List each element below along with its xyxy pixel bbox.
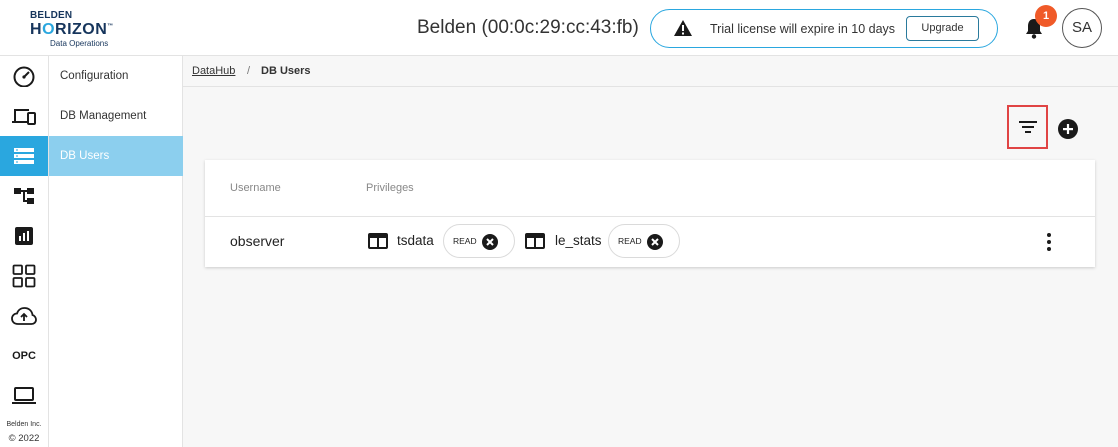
remove-privilege-icon[interactable]: [482, 234, 498, 250]
rail-item-database[interactable]: [0, 136, 48, 176]
privilege-db-name: le_stats: [555, 233, 602, 248]
privilege-db-name: tsdata: [397, 233, 434, 248]
column-header-username: Username: [230, 182, 281, 194]
laptop-icon: [12, 387, 36, 404]
hierarchy-icon: [14, 188, 34, 204]
breadcrumb: DataHub / DB Users: [183, 56, 1118, 87]
add-user-button[interactable]: [1058, 119, 1078, 139]
warning-icon: [674, 20, 692, 36]
privilege-item: tsdata READ: [368, 224, 518, 258]
privilege-item: le_stats READ: [525, 224, 685, 258]
column-header-privileges: Privileges: [366, 182, 414, 194]
notification-count-badge: 1: [1035, 5, 1057, 27]
filter-button[interactable]: [1007, 105, 1048, 149]
dashboard-gauge-icon: [13, 66, 35, 87]
breadcrumb-separator: /: [247, 65, 251, 77]
belden-horizon-logo[interactable]: BELDEN HORIZON™ Data Operations: [28, 10, 118, 48]
table-icon: [368, 233, 388, 249]
subnav-item-db-management[interactable]: DB Management: [49, 96, 183, 136]
filter-icon: [1018, 121, 1037, 133]
secondary-nav: Configuration DB Management DB Users: [49, 56, 183, 447]
cloud-upload-icon: [11, 307, 37, 325]
privilege-chip: READ: [608, 224, 680, 258]
icon-rail-nav: OPC Belden Inc. © 2022: [0, 56, 49, 447]
devices-icon: [12, 109, 36, 125]
db-users-table: Username Privileges observer tsdata READ: [205, 160, 1095, 267]
main-content: DataHub / DB Users Username Privileges o…: [183, 56, 1118, 447]
row-actions-kebab-icon[interactable]: [1041, 232, 1057, 252]
database-icon: [14, 148, 34, 164]
table-icon: [525, 233, 545, 249]
breadcrumb-current: DB Users: [261, 65, 311, 77]
rail-item-hierarchy[interactable]: [0, 176, 48, 216]
user-avatar[interactable]: SA: [1062, 8, 1102, 48]
opc-label: OPC: [12, 350, 36, 362]
privilege-access: READ: [453, 236, 477, 246]
copyright-company: Belden Inc.: [6, 421, 42, 428]
remove-privilege-icon[interactable]: [647, 234, 663, 250]
privilege-access: READ: [618, 236, 642, 246]
breadcrumb-datahub-link[interactable]: DataHub: [192, 65, 235, 77]
subnav-item-configuration[interactable]: Configuration: [49, 56, 183, 96]
rail-item-reports[interactable]: [0, 216, 48, 256]
device-title: Belden (00:0c:29:cc:43:fb): [417, 17, 639, 38]
username-cell: observer: [230, 233, 285, 249]
rail-item-apps[interactable]: [0, 256, 48, 296]
subnav-item-db-users[interactable]: DB Users: [49, 136, 183, 176]
privilege-chip: READ: [443, 224, 515, 258]
trial-license-banner: Trial license will expire in 10 days Upg…: [650, 9, 998, 48]
table-row: observer tsdata READ le_stats READ: [205, 217, 1095, 266]
rail-item-devices[interactable]: [0, 96, 48, 136]
rail-item-opc[interactable]: OPC: [0, 336, 48, 376]
top-header: BELDEN HORIZON™ Data Operations Belden (…: [0, 0, 1118, 56]
rail-item-cloud-upload[interactable]: [0, 296, 48, 336]
report-chart-icon: [15, 227, 33, 245]
table-header: Username Privileges: [205, 160, 1095, 217]
rail-item-dashboard[interactable]: [0, 56, 48, 96]
rail-item-laptop[interactable]: [0, 376, 48, 416]
trial-message: Trial license will expire in 10 days: [710, 22, 896, 36]
copyright-year: © 2022: [8, 433, 40, 444]
apps-grid-icon: [12, 264, 36, 288]
upgrade-button[interactable]: Upgrade: [906, 16, 979, 41]
